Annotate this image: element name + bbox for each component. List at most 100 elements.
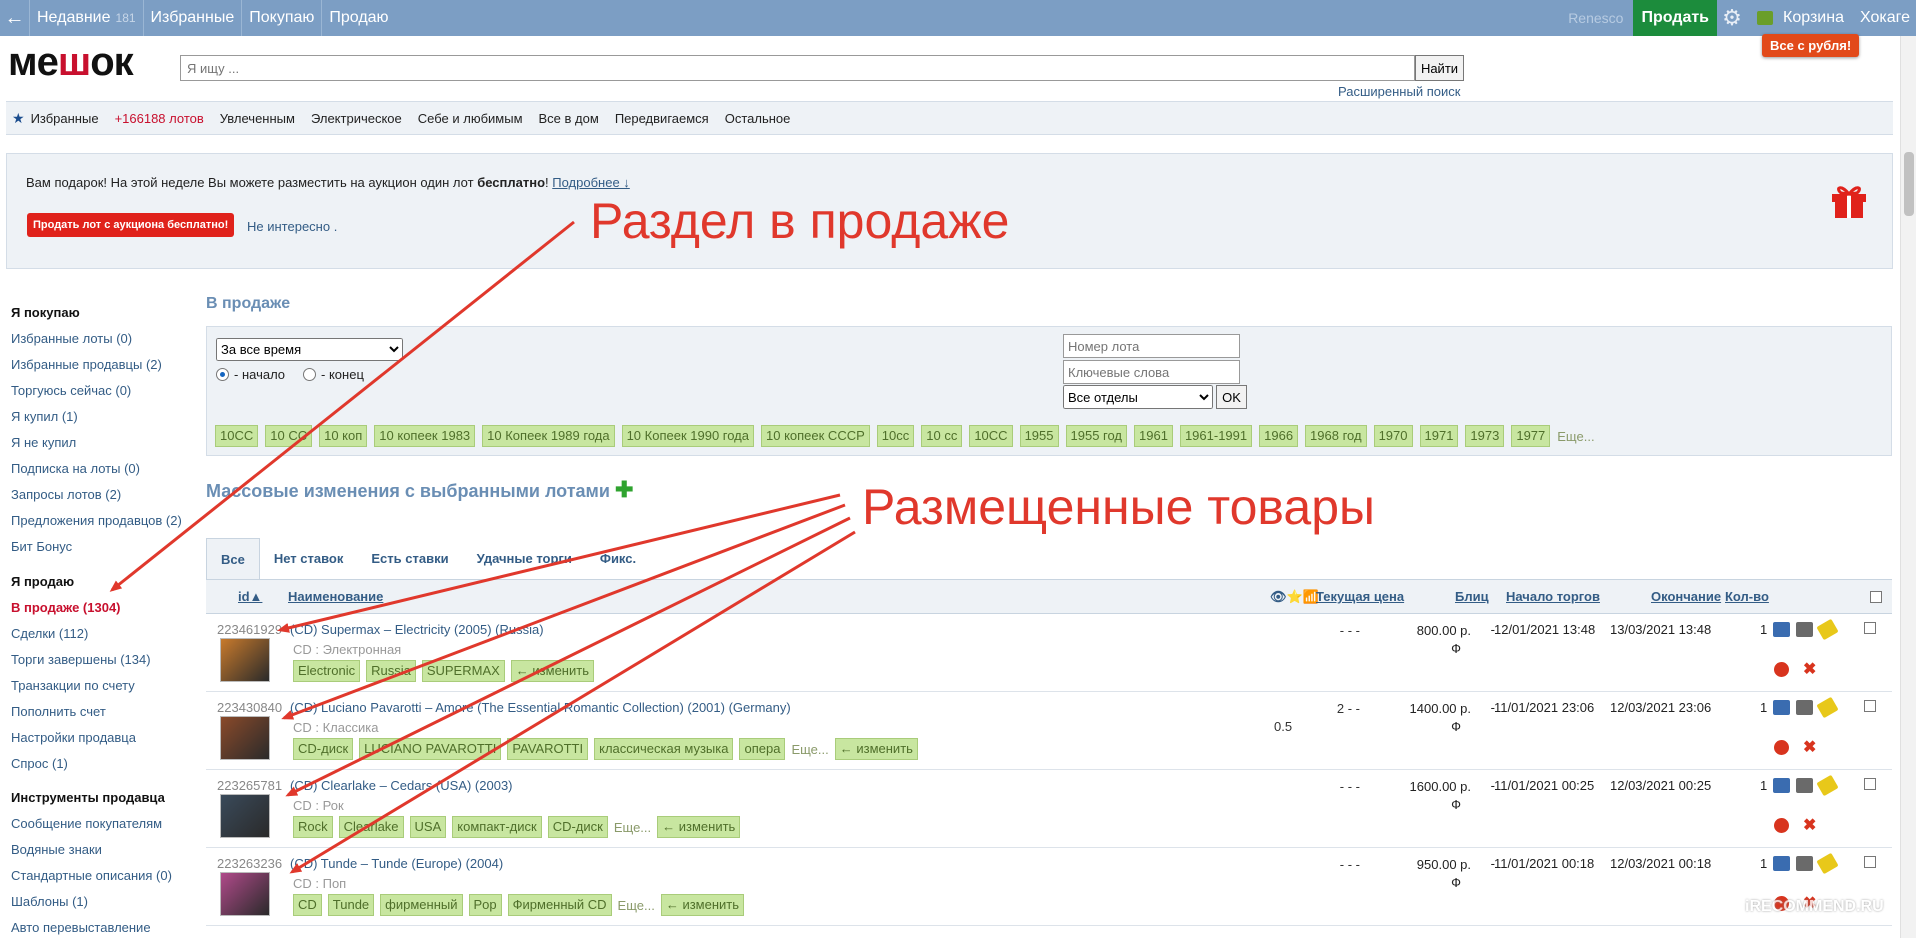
promo-badge[interactable]: Все с рубля! [1762, 34, 1860, 57]
edit-icon[interactable] [1773, 778, 1790, 793]
nav-favorites[interactable]: Избранные [144, 0, 243, 36]
col-end[interactable]: Окончание [1651, 589, 1721, 604]
tag[interactable]: 10 коп [319, 425, 368, 447]
row-tag[interactable]: фирменный [380, 894, 463, 916]
nav-buying[interactable]: Покупаю [242, 0, 323, 36]
sidebar-item[interactable]: Сообщение покупателям [11, 811, 201, 837]
sidebar-item[interactable]: Пополнить счет [11, 699, 201, 725]
row-tag[interactable]: CD-диск [293, 738, 354, 760]
row-tags-more[interactable]: Еще... [791, 742, 828, 757]
tag[interactable]: 1961-1991 [1179, 425, 1253, 447]
cat-item[interactable]: Все в дом [539, 111, 599, 126]
sidebar-item[interactable]: Бит Бонус [11, 534, 201, 560]
cart-link[interactable]: Корзина [1747, 9, 1854, 27]
nav-recent[interactable]: Недавние 181 [30, 0, 144, 36]
row-tag[interactable]: Rock [293, 816, 333, 838]
tag-icon[interactable] [1816, 774, 1839, 797]
tag[interactable]: 1970 [1373, 425, 1413, 447]
sidebar-item[interactable]: Я не купил [11, 430, 201, 456]
sidebar-item[interactable]: Авто перевыставление [11, 915, 201, 941]
row-tag[interactable]: Tunde [327, 894, 375, 916]
lot-thumbnail[interactable] [220, 638, 270, 682]
filter-ok-button[interactable]: OK [1216, 385, 1247, 409]
banner-more-link[interactable]: Подробнее ↓ [552, 175, 630, 190]
cat-item[interactable]: Передвигаемся [615, 111, 709, 126]
row-tags-more[interactable]: Еще... [618, 898, 655, 913]
col-blitz[interactable]: Блиц [1455, 589, 1489, 604]
tag-icon[interactable] [1816, 696, 1839, 719]
row-tag[interactable]: Electronic [293, 660, 361, 682]
sidebar-item[interactable]: Шаблоны (1) [11, 889, 201, 915]
edit-tags-button[interactable]: ← изменить [834, 738, 918, 760]
site-logo[interactable]: мешок [8, 40, 134, 85]
sidebar-item-on-sale[interactable]: В продаже (1304) [11, 595, 201, 621]
col-price[interactable]: Текущая цена [1316, 589, 1404, 604]
delete-icon[interactable]: ✖ [1803, 740, 1816, 756]
tag[interactable]: 1973 [1465, 425, 1505, 447]
row-checkbox[interactable] [1864, 778, 1876, 790]
copy-icon[interactable] [1796, 778, 1813, 793]
sidebar-item[interactable]: Подписка на лоты (0) [11, 456, 201, 482]
copy-icon[interactable] [1796, 856, 1813, 871]
tag[interactable]: 10 Копеек 1990 года [621, 425, 754, 447]
edit-tags-button[interactable]: ← изменить [510, 660, 594, 682]
scrollbar-thumb[interactable] [1904, 152, 1914, 216]
lot-title-link[interactable]: (CD) Tunde – Tunde (Europe) (2004) [290, 856, 503, 871]
lot-thumbnail[interactable] [220, 794, 270, 838]
cat-item[interactable]: Себе и любимым [418, 111, 523, 126]
sidebar-item[interactable]: Избранные лоты (0) [11, 326, 201, 352]
sidebar-item[interactable]: Сделки (112) [11, 621, 201, 647]
row-tag[interactable]: PAVAROTTI [507, 738, 589, 760]
row-tag[interactable]: Clearlake [338, 816, 404, 838]
plus-icon[interactable]: ✚ [615, 477, 633, 502]
col-start[interactable]: Начало торгов [1506, 589, 1600, 604]
sidebar-item[interactable]: Спрос (1) [11, 751, 201, 777]
cat-item[interactable]: Электрическое [311, 111, 402, 126]
delete-icon[interactable]: ✖ [1803, 818, 1816, 834]
sidebar-item[interactable]: Запросы лотов (2) [11, 482, 201, 508]
lots-count-link[interactable]: +166188 лотов [115, 111, 204, 126]
tag[interactable]: 10 копеек 1983 [374, 425, 476, 447]
row-tag[interactable]: Russia [366, 660, 416, 682]
search-input[interactable] [180, 55, 1415, 81]
tag[interactable]: 10СС [969, 425, 1013, 447]
cat-favorites[interactable]: Избранные [31, 111, 99, 126]
tag[interactable]: 1971 [1419, 425, 1459, 447]
sell-button[interactable]: Продать [1633, 0, 1718, 36]
tag[interactable]: 10сс [876, 425, 915, 447]
edit-icon[interactable] [1773, 700, 1790, 715]
lot-number-input[interactable] [1063, 334, 1240, 358]
tag[interactable]: 10 копеек СССР [761, 425, 870, 447]
edit-icon[interactable] [1773, 622, 1790, 637]
tag[interactable]: 10 СС [265, 425, 313, 447]
tag[interactable]: 1968 год [1305, 425, 1367, 447]
row-tag[interactable]: CD [293, 894, 322, 916]
row-checkbox[interactable] [1864, 622, 1876, 634]
row-tags-more[interactable]: Еще... [614, 820, 651, 835]
copy-icon[interactable] [1796, 622, 1813, 637]
row-tag[interactable]: опера [739, 738, 786, 760]
edit-tags-button[interactable]: ← изменить [660, 894, 745, 916]
mass-edit-title[interactable]: Массовые изменения с выбранными лотами ✚ [206, 477, 633, 503]
tag[interactable]: 1966 [1259, 425, 1299, 447]
row-tag[interactable]: CD-диск [547, 816, 608, 838]
gear-icon[interactable]: ⚙ [1717, 5, 1747, 31]
sidebar-item[interactable]: Я купил (1) [11, 404, 201, 430]
sidebar-item[interactable]: Предложения продавцов (2) [11, 508, 201, 534]
tab-all[interactable]: Все [206, 538, 260, 579]
nav-selling[interactable]: Продаю [322, 0, 395, 36]
sidebar-item[interactable]: Торги завершены (134) [11, 647, 201, 673]
select-all-checkbox[interactable] [1870, 591, 1882, 603]
copy-icon[interactable] [1796, 700, 1813, 715]
row-tag[interactable]: Фирменный CD [507, 894, 612, 916]
radio-start[interactable]: - начало [216, 367, 285, 382]
tag-icon[interactable] [1816, 852, 1839, 875]
tag[interactable]: 1977 [1511, 425, 1551, 447]
stop-icon[interactable] [1774, 740, 1789, 755]
sidebar-item[interactable]: Избранные продавцы (2) [11, 352, 201, 378]
col-id[interactable]: id▲ [238, 589, 262, 604]
row-checkbox[interactable] [1864, 856, 1876, 868]
back-arrow-icon[interactable]: ← [0, 0, 30, 36]
sidebar-item[interactable]: Настройки продавца [11, 725, 201, 751]
advanced-search-link[interactable]: Расширенный поиск [1338, 84, 1460, 99]
